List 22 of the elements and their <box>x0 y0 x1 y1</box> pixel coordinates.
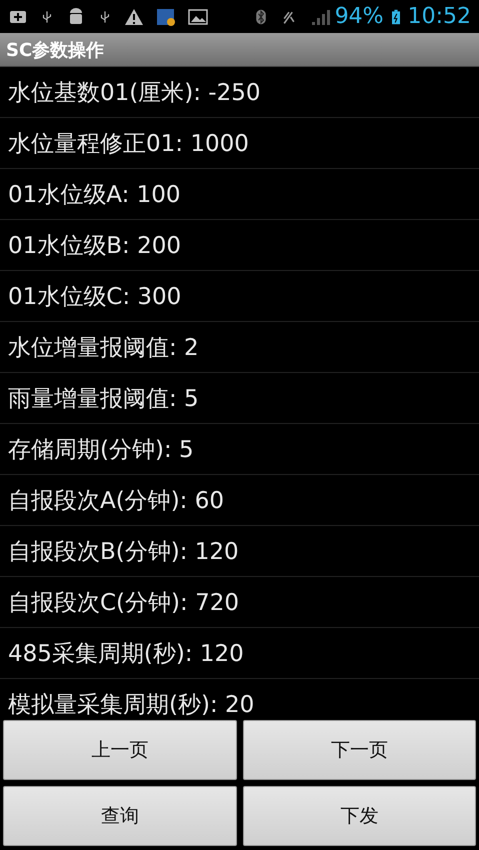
clock-time: 10:52 <box>408 4 471 29</box>
action-button[interactable]: 下一页 <box>242 720 476 780</box>
parameter-item[interactable]: 自报段次C(分钟): 720 <box>8 586 239 618</box>
parameter-item[interactable]: 自报段次B(分钟): 120 <box>8 536 239 566</box>
parameter-item[interactable]: 水位基数01(厘米): -250 <box>8 76 260 108</box>
window-title: SC参数操作 <box>6 38 104 62</box>
parameter-item[interactable]: 模拟量采集周期(秒): 20 <box>8 688 254 718</box>
battery-percent: 94% <box>334 4 384 29</box>
parameter-item[interactable]: 01水位级B: 200 <box>8 230 182 260</box>
action-button[interactable]: 上一页 <box>3 720 236 780</box>
parameter-item[interactable]: 自报段次A(分钟): 60 <box>8 484 224 516</box>
parameter-item[interactable]: 存储周期(分钟): 5 <box>8 434 194 464</box>
parameter-item[interactable]: 485采集周期(秒): 120 <box>8 638 244 668</box>
parameter-item[interactable]: 雨量增量报阈值: 5 <box>8 382 199 414</box>
action-button[interactable]: 查询 <box>3 786 236 846</box>
parameter-item[interactable]: 水位增量报阈值: 2 <box>8 332 199 362</box>
action-button[interactable]: 下发 <box>242 786 476 846</box>
parameter-item[interactable]: 01水位级A: 100 <box>8 178 181 210</box>
warning-icon <box>124 6 144 26</box>
parameter-item[interactable]: 01水位级C: 300 <box>8 280 182 312</box>
image-icon <box>188 6 208 26</box>
parameter-item[interactable]: 水位量程修正01: 1000 <box>8 128 249 158</box>
